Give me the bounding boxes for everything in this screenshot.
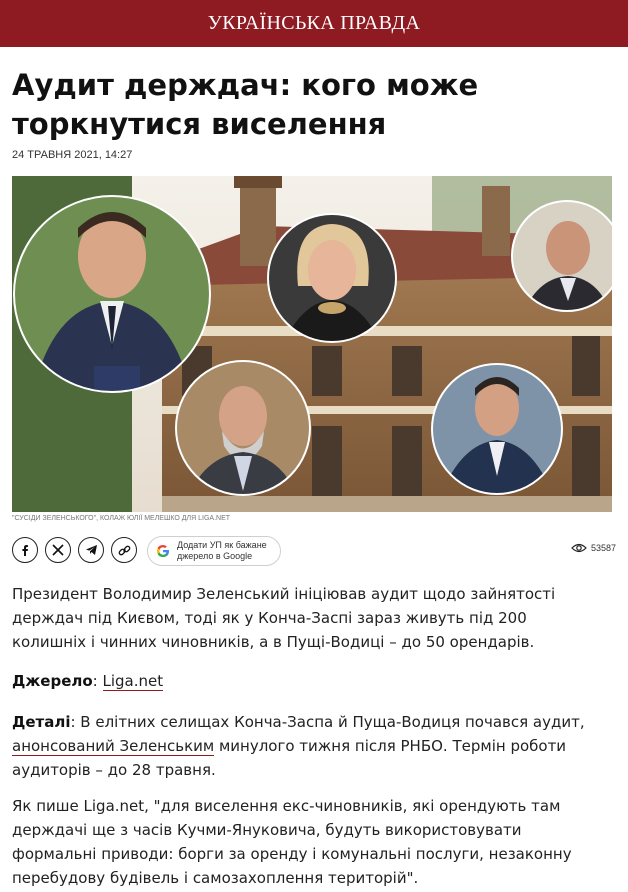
article-date: 24 ТРАВНЯ 2021, 14:27 <box>12 149 133 161</box>
details-paragraph: Деталі: В елітних селищах Конча-Заспа й … <box>12 710 602 782</box>
google-source-label: Додати УП як бажане джерело в Google <box>177 540 267 561</box>
view-counter: 53587 <box>571 543 616 553</box>
telegram-icon <box>85 545 97 555</box>
details-label: Деталі <box>12 713 71 731</box>
source-separator: : <box>92 672 103 690</box>
source-label: Джерело <box>12 672 93 690</box>
x-icon <box>52 544 64 556</box>
eye-icon <box>571 543 587 553</box>
source-link[interactable]: Liga.net <box>102 672 164 691</box>
site-header: УКРАЇНСЬКА ПРАВДА <box>0 0 628 47</box>
view-count: 53587 <box>590 543 616 553</box>
link-icon <box>118 545 130 555</box>
copy-link-button[interactable] <box>111 537 137 563</box>
quote-paragraph: Як пише Liga.net, "для виселення екс-чин… <box>12 797 572 887</box>
article-lead: Президент Володимир Зеленський ініціював… <box>12 585 556 651</box>
share-facebook-button[interactable] <box>12 537 38 563</box>
google-icon <box>157 545 169 557</box>
article-hero-image <box>12 176 612 512</box>
details-text-start: : В елітних селищах Конча-Заспа й Пуща-В… <box>70 713 585 731</box>
article-title: Аудит держдач: кого може торкнутися висе… <box>12 68 479 141</box>
share-telegram-button[interactable] <box>78 537 104 563</box>
facebook-icon <box>22 545 28 556</box>
share-x-button[interactable] <box>45 537 71 563</box>
share-toolbar: Додати УП як бажане джерело в Google 535… <box>12 535 616 567</box>
image-caption: "СУСІДИ ЗЕЛЕНСЬКОГО", КОЛАЖ ЮЛІЇ МЕЛЕШКО… <box>12 515 231 522</box>
source-paragraph: Джерело: Liga.net <box>12 669 602 693</box>
add-google-source-button[interactable]: Додати УП як бажане джерело в Google <box>147 536 281 566</box>
collage-illustration <box>12 176 612 512</box>
site-logo[interactable]: УКРАЇНСЬКА ПРАВДА <box>208 12 420 35</box>
announcement-link[interactable]: анонсований Зеленським <box>12 737 215 756</box>
